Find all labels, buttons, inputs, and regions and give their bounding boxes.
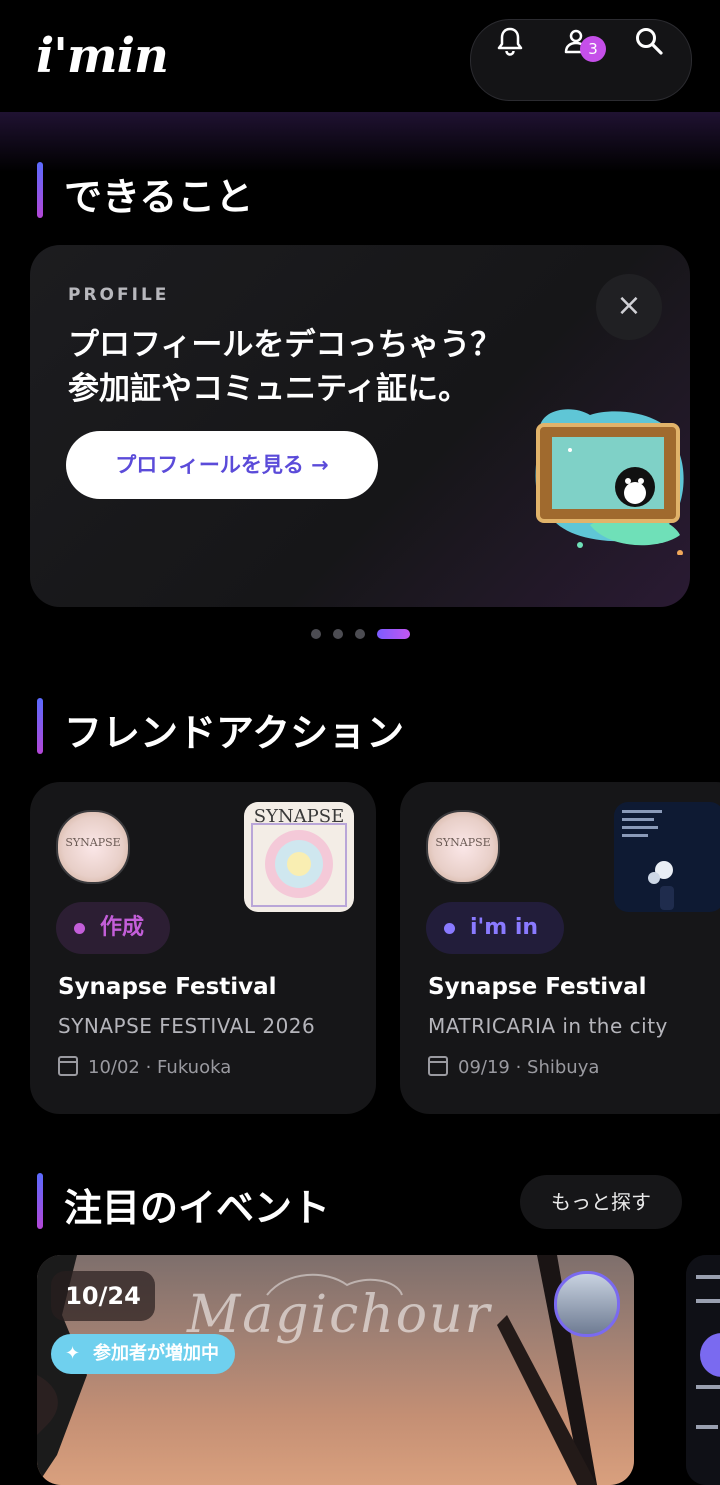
event-meta: 09/19 · Shibuya [428, 1056, 599, 1078]
community-avatar[interactable]: SYNAPSE [426, 810, 500, 884]
view-profile-button[interactable]: プロフィールを見る → [66, 431, 378, 499]
close-icon[interactable]: × [596, 274, 662, 340]
sparkle-icon: ✦ [65, 1343, 81, 1364]
calendar-icon [428, 1056, 448, 1076]
pager-dot[interactable] [333, 629, 343, 639]
trending-badge: ✦ 参加者が増加中 [51, 1334, 235, 1374]
bell-icon[interactable] [493, 24, 527, 58]
event-cover-image: SYNAPSE [244, 802, 354, 912]
promo-text: プロフィールをデコっちゃう？ 参加証やコミュニティ証に。 [68, 327, 502, 407]
event-title: Synapse Festival [58, 974, 277, 1000]
action-chip: i'm in [426, 902, 565, 954]
event-subtitle: MATRICARIA in the city [428, 1014, 668, 1038]
svg-text:SYNAPSE: SYNAPSE [254, 806, 345, 827]
section-accent-bar [37, 162, 43, 218]
event-date-location: 10/02 · Fukuoka [88, 1057, 232, 1078]
section-title-friends: フレンドアクション [64, 711, 405, 755]
search-icon[interactable] [632, 24, 666, 58]
action-chip: 作成 [56, 902, 171, 954]
friend-action-card[interactable]: SYNAPSE i'm in Synapse Festival MATRICAR… [400, 782, 720, 1114]
featured-event-card-partial[interactable] [686, 1255, 720, 1485]
avatar-logo-text: SYNAPSE [65, 836, 121, 849]
friend-action-card[interactable]: SYNAPSE SYNAPSE 作成 Synapse Festival SYNA… [30, 782, 376, 1114]
event-cover-art [686, 1255, 720, 1485]
event-cover-image [614, 802, 720, 912]
explore-more-button[interactable]: もっと探す [520, 1175, 682, 1229]
event-date-chip: 10/24 [51, 1271, 155, 1321]
avatar-logo-text: SYNAPSE [435, 836, 491, 849]
section-title-featured-events: 注目のイベント [64, 1186, 331, 1230]
pager-dot[interactable] [355, 629, 365, 639]
event-date-location: 09/19 · Shibuya [458, 1057, 600, 1078]
event-meta: 10/02 · Fukuoka [58, 1056, 231, 1078]
picture-frame-illustration [535, 409, 684, 555]
pager-dot-active[interactable] [377, 629, 410, 639]
section-accent-bar [37, 1173, 43, 1229]
community-avatar[interactable]: SYNAPSE [56, 810, 130, 884]
host-avatar[interactable] [554, 1271, 620, 1337]
calendar-icon [58, 1056, 78, 1076]
promo-card[interactable]: PROFILE プロフィールをデコっちゃう？ 参加証やコミュニティ証に。 プロフ… [30, 245, 690, 607]
event-subtitle: SYNAPSE FESTIVAL 2026 [58, 1014, 316, 1038]
featured-event-card[interactable]: Magichour 10/24 ✦ 参加者が増加中 [37, 1255, 634, 1485]
section-accent-bar [37, 698, 43, 754]
header-glow [0, 112, 720, 172]
promo-label: PROFILE [68, 285, 170, 305]
event-title-art: Magichour [187, 1285, 492, 1345]
event-title: Synapse Festival [428, 974, 647, 1000]
friends-badge: 3 [580, 36, 606, 62]
trending-label: 参加者が増加中 [93, 1343, 219, 1364]
section-title-features: できること [64, 175, 254, 219]
pager-dot[interactable] [311, 629, 321, 639]
app-header: i'min 3 [0, 0, 720, 112]
app-logo[interactable]: i'min [36, 28, 169, 84]
